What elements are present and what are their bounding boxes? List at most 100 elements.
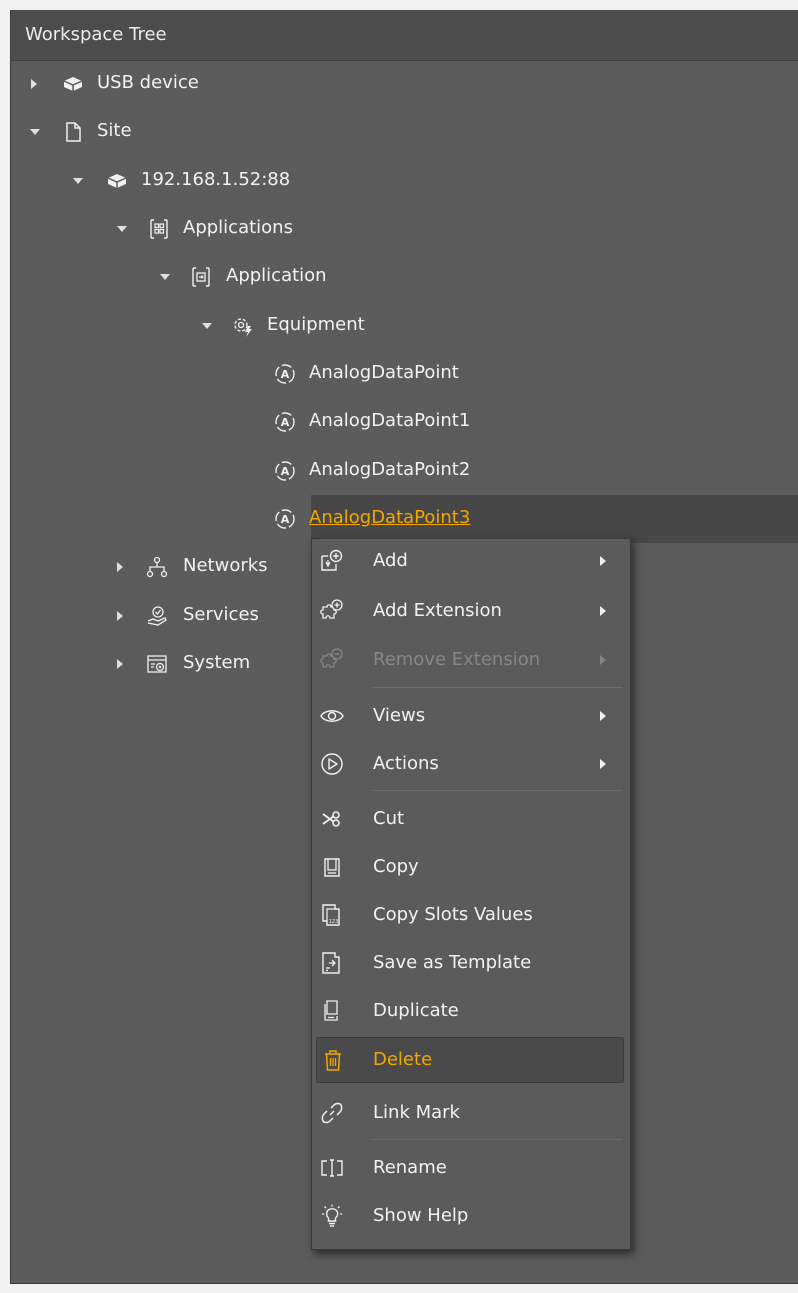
tree-label: USB device [97, 72, 199, 93]
menu-item-show-help[interactable]: Show Help [312, 1194, 630, 1238]
svg-text:A: A [281, 513, 290, 526]
device-icon [105, 169, 129, 193]
page-icon [61, 120, 85, 144]
collapse-arrow-icon[interactable] [117, 226, 127, 232]
menu-item-remove-extension[interactable]: Remove Extension [312, 638, 630, 682]
expand-arrow-icon[interactable] [117, 659, 123, 669]
expand-arrow-icon[interactable] [31, 79, 37, 89]
menu-item-label: Copy [373, 856, 419, 877]
tree-label: AnalogDataPoint1 [309, 410, 471, 431]
duplicate-icon [319, 998, 345, 1024]
link-icon [319, 1100, 345, 1126]
tree-label: Applications [183, 217, 293, 238]
menu-item-duplicate[interactable]: Duplicate [312, 989, 630, 1033]
menu-item-actions[interactable]: Actions [312, 742, 630, 786]
svg-text:A: A [281, 368, 290, 381]
svg-text:A: A [281, 416, 290, 429]
tree-label: AnalogDataPoint2 [309, 459, 471, 480]
menu-item-label: Views [373, 705, 426, 726]
add-icon [319, 548, 345, 574]
submenu-arrow-icon [600, 556, 606, 566]
eye-icon [319, 703, 345, 729]
menu-item-add[interactable]: Add [312, 539, 630, 583]
collapse-arrow-icon[interactable] [73, 178, 83, 184]
template-icon [319, 950, 345, 976]
expand-arrow-icon[interactable] [117, 611, 123, 621]
menu-item-cut[interactable]: Cut [312, 797, 630, 841]
collapse-arrow-icon[interactable] [202, 323, 212, 329]
applications-icon [147, 217, 171, 241]
tree-item-analog-datapoint1[interactable]: A AnalogDataPoint1 [11, 398, 798, 446]
panel-header: Workspace Tree [11, 10, 798, 61]
analog-datapoint-icon: A [273, 507, 297, 531]
expand-arrow-icon[interactable] [117, 562, 123, 572]
tree-label: Networks [183, 555, 268, 576]
tree-item-equipment[interactable]: Equipment [11, 302, 798, 350]
menu-item-copy-slots-values[interactable]: 123 Copy Slots Values [312, 893, 630, 937]
menu-item-label: Link Mark [373, 1102, 460, 1123]
tree-item-site[interactable]: Site [11, 108, 798, 156]
menu-item-label: Save as Template [373, 952, 532, 973]
services-icon [145, 604, 169, 628]
collapse-arrow-icon[interactable] [30, 129, 40, 135]
tree-label: Services [183, 604, 259, 625]
tree-label: System [183, 652, 251, 673]
add-extension-icon [319, 598, 345, 624]
submenu-arrow-icon [600, 759, 606, 769]
tree-item-usb-device[interactable]: USB device [11, 60, 798, 108]
menu-item-rename[interactable]: Rename [312, 1146, 630, 1190]
menu-item-label: Cut [373, 808, 405, 829]
svg-text:123: 123 [329, 919, 339, 925]
rename-icon [319, 1155, 345, 1181]
menu-item-views[interactable]: Views [312, 694, 630, 738]
menu-separator [372, 687, 622, 688]
networks-icon [145, 555, 169, 579]
menu-item-delete-highlighted[interactable]: Delete [316, 1037, 624, 1083]
workspace-tree-panel: Workspace Tree USB device Site 192.168.1… [10, 10, 798, 1284]
svg-text:A: A [281, 465, 290, 478]
context-menu: Add Add Extension Remove Extension Views [311, 538, 631, 1250]
tree-item-device[interactable]: 192.168.1.52:88 [11, 157, 798, 205]
tree-item-analog-datapoint[interactable]: A AnalogDataPoint [11, 350, 798, 398]
menu-item-label: Duplicate [373, 1000, 459, 1021]
tree-item-analog-datapoint3-selected[interactable]: A AnalogDataPoint3 [275, 495, 798, 543]
tree-label: Site [97, 120, 132, 141]
menu-item-label: Rename [373, 1157, 447, 1178]
menu-item-link-mark[interactable]: Link Mark [312, 1091, 630, 1135]
menu-separator [372, 1139, 622, 1140]
submenu-arrow-icon [600, 606, 606, 616]
panel-title: Workspace Tree [25, 24, 167, 45]
remove-extension-icon [319, 647, 345, 673]
menu-item-label: Show Help [373, 1205, 469, 1226]
submenu-arrow-icon [600, 711, 606, 721]
tree-item-analog-datapoint2[interactable]: A AnalogDataPoint2 [11, 447, 798, 495]
play-circle-icon [319, 751, 345, 777]
menu-item-add-extension[interactable]: Add Extension [312, 589, 630, 633]
usb-device-icon [61, 72, 85, 96]
menu-item-label: Delete [373, 1049, 433, 1070]
menu-item-save-as-template[interactable]: Save as Template [312, 941, 630, 985]
collapse-arrow-icon[interactable] [160, 274, 170, 280]
menu-item-label: Add Extension [373, 600, 502, 621]
scissors-icon [319, 806, 345, 832]
trash-icon [320, 1047, 346, 1073]
tree-item-applications[interactable]: Applications [11, 205, 798, 253]
tree-label-selected: AnalogDataPoint3 [309, 507, 471, 528]
submenu-arrow-icon [600, 655, 606, 665]
analog-datapoint-icon: A [273, 362, 297, 386]
equipment-icon [231, 314, 255, 338]
tree-label: 192.168.1.52:88 [141, 169, 291, 190]
menu-item-label: Actions [373, 753, 439, 774]
tree-label: AnalogDataPoint [309, 362, 459, 383]
lightbulb-icon [319, 1203, 345, 1229]
menu-item-copy[interactable]: Copy [312, 845, 630, 889]
menu-separator [372, 790, 622, 791]
tree-item-application[interactable]: Application [11, 253, 798, 301]
menu-item-label: Copy Slots Values [373, 904, 533, 925]
application-icon [189, 265, 213, 289]
system-icon [145, 652, 169, 676]
analog-datapoint-icon: A [273, 459, 297, 483]
menu-item-label: Remove Extension [373, 649, 541, 670]
tree-label: Equipment [267, 314, 365, 335]
analog-datapoint-icon: A [273, 410, 297, 434]
